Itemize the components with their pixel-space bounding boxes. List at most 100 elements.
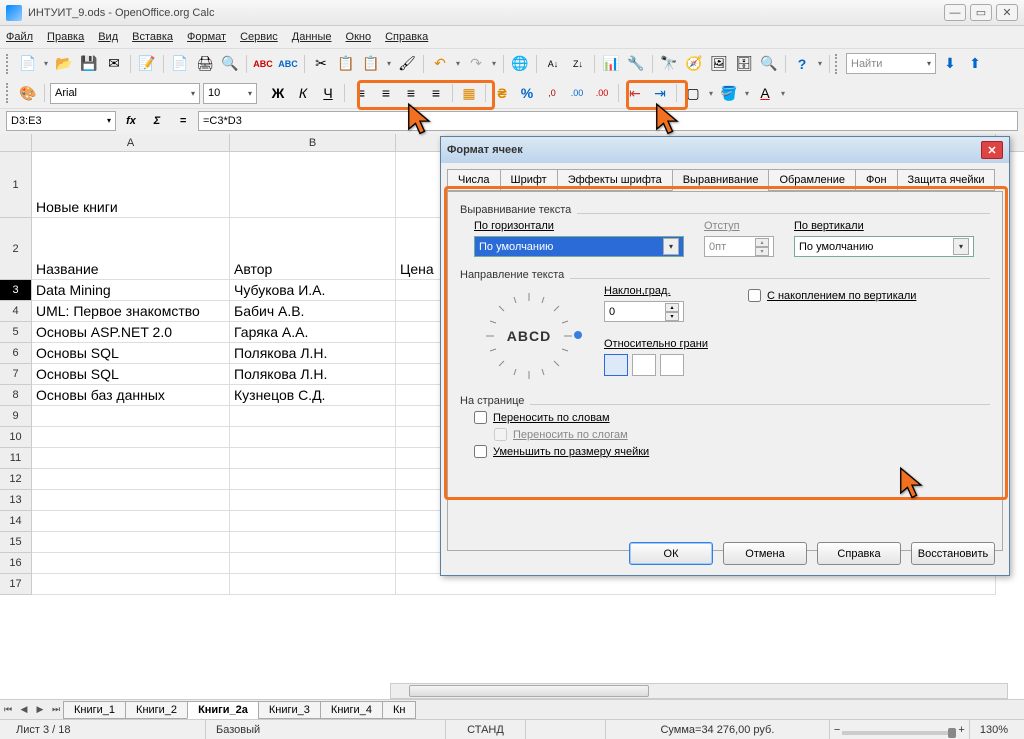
ref-edge-upper-button[interactable] [632,354,656,376]
tab-nav-last[interactable]: ⏭ [48,702,64,718]
cell[interactable]: Автор [230,218,396,280]
cell[interactable]: Бабич А.В. [230,301,396,322]
cell[interactable]: Полякова Л.Н. [230,364,396,385]
autospell-button[interactable]: ABC [277,53,299,75]
cell[interactable] [32,469,230,490]
row-header-3[interactable]: 3 [0,280,32,301]
styles-button[interactable]: 🎨 [17,82,39,104]
menu-insert[interactable]: Вставка [132,31,173,43]
cell[interactable]: Основы баз данных [32,385,230,406]
align-right-button[interactable]: ≡ [400,82,422,104]
number-format-button[interactable]: ,0 [541,82,563,104]
sum-button[interactable]: Σ [146,111,168,131]
find-button[interactable]: 🔭 [658,53,680,75]
decrease-indent-button[interactable]: ⇤ [624,82,646,104]
chk-wrap-words[interactable] [474,411,487,424]
row-header-14[interactable]: 14 [0,511,32,532]
cell[interactable]: Основы SQL [32,364,230,385]
row-header-16[interactable]: 16 [0,553,32,574]
row-header-13[interactable]: 13 [0,490,32,511]
find-combo[interactable]: Найти▾ [846,53,936,74]
font-size-combo[interactable]: 10▾ [203,83,257,104]
minimize-button[interactable]: — [944,4,966,21]
dlg-tab-protection[interactable]: Защита ячейки [897,169,996,191]
hyperlink-button[interactable]: 🌐 [509,53,531,75]
percent-button[interactable]: % [516,82,538,104]
undo-button[interactable]: ↶ [429,53,451,75]
datasources-button[interactable]: 🗄 [733,53,755,75]
sheet-tab[interactable]: Книги_2 [125,701,188,719]
col-header-b[interactable]: B [230,134,396,151]
row-header-6[interactable]: 6 [0,343,32,364]
remove-decimal-button[interactable]: .00 [591,82,613,104]
cell[interactable] [32,553,230,574]
ref-edge-inside-button[interactable] [660,354,684,376]
borders-button[interactable]: ▢ [682,82,704,104]
cell[interactable]: Название [32,218,230,280]
cell[interactable]: Чубукова И.А. [230,280,396,301]
sheet-tab[interactable]: Книги_1 [63,701,126,719]
row-header-15[interactable]: 15 [0,532,32,553]
cell[interactable]: Полякова Л.Н. [230,343,396,364]
select-all-corner[interactable] [0,134,32,151]
tab-nav-first[interactable]: ⏮ [0,702,16,718]
find-next-button[interactable]: ⬇ [939,53,961,75]
cell[interactable] [230,406,396,427]
tab-nav-next[interactable]: ▶ [32,702,48,718]
bg-color-button[interactable]: 🪣 [718,82,740,104]
maximize-button[interactable]: ▭ [970,4,992,21]
currency-button[interactable]: ₴ [491,82,513,104]
row-header-7[interactable]: 7 [0,364,32,385]
sort-desc-button[interactable]: Z↓ [567,53,589,75]
cell[interactable] [230,511,396,532]
merge-cells-button[interactable]: ▦ [458,82,480,104]
row-header-8[interactable]: 8 [0,385,32,406]
menu-tools[interactable]: Сервис [240,31,278,43]
toolbar-handle[interactable] [6,54,12,74]
status-style[interactable]: Базовый [206,720,446,739]
navigator-button[interactable]: 🧭 [683,53,705,75]
cell[interactable] [32,574,230,595]
align-center-button[interactable]: ≡ [375,82,397,104]
cell[interactable]: Новые книги [32,152,230,218]
ref-edge-lower-button[interactable] [604,354,628,376]
underline-button[interactable]: Ч [317,82,339,104]
dlg-tab-font[interactable]: Шрифт [500,169,558,191]
chk-shrink[interactable] [474,445,487,458]
zoom-out-icon[interactable]: − [834,724,840,736]
dialog-title-bar[interactable]: Формат ячеек ✕ [441,137,1009,163]
col-header-a[interactable]: A [32,134,230,151]
email-button[interactable]: ✉ [103,53,125,75]
zoom-slider[interactable]: − + [830,720,970,739]
align-justify-button[interactable]: ≡ [425,82,447,104]
menu-file[interactable]: Файл [6,31,33,43]
sheet-tab[interactable]: Книги_3 [258,701,321,719]
cell[interactable] [230,448,396,469]
zoom-button[interactable]: 🔍 [758,53,780,75]
cell[interactable] [230,152,396,218]
sort-asc-button[interactable]: A↓ [542,53,564,75]
status-mode[interactable]: СТАНД [446,720,526,739]
align-left-button[interactable]: ≡ [350,82,372,104]
menu-edit[interactable]: Правка [47,31,84,43]
equals-button[interactable]: = [172,111,194,131]
row-header-12[interactable]: 12 [0,469,32,490]
show-draw-button[interactable]: 🔧 [625,53,647,75]
cut-button[interactable]: ✂ [310,53,332,75]
cell[interactable] [230,427,396,448]
chart-button[interactable]: 📊 [600,53,622,75]
row-header-5[interactable]: 5 [0,322,32,343]
increase-indent-button[interactable]: ⇥ [649,82,671,104]
rotation-dial[interactable]: ABCD [484,291,574,381]
close-button[interactable]: ✕ [996,4,1018,21]
spellcheck-button[interactable]: ABC [252,53,274,75]
row-header-2[interactable]: 2 [0,218,32,280]
export-pdf-button[interactable]: 📄 [169,53,191,75]
cell[interactable]: Гаряка А.А. [230,322,396,343]
add-decimal-button[interactable]: .00 [566,82,588,104]
row-header-4[interactable]: 4 [0,301,32,322]
sheet-tab[interactable]: Кн [382,701,416,719]
dlg-tab-fonteffects[interactable]: Эффекты шрифта [557,169,673,191]
help-button[interactable]: ? [791,53,813,75]
combo-horizontal[interactable]: По умолчанию▾ [474,236,684,257]
